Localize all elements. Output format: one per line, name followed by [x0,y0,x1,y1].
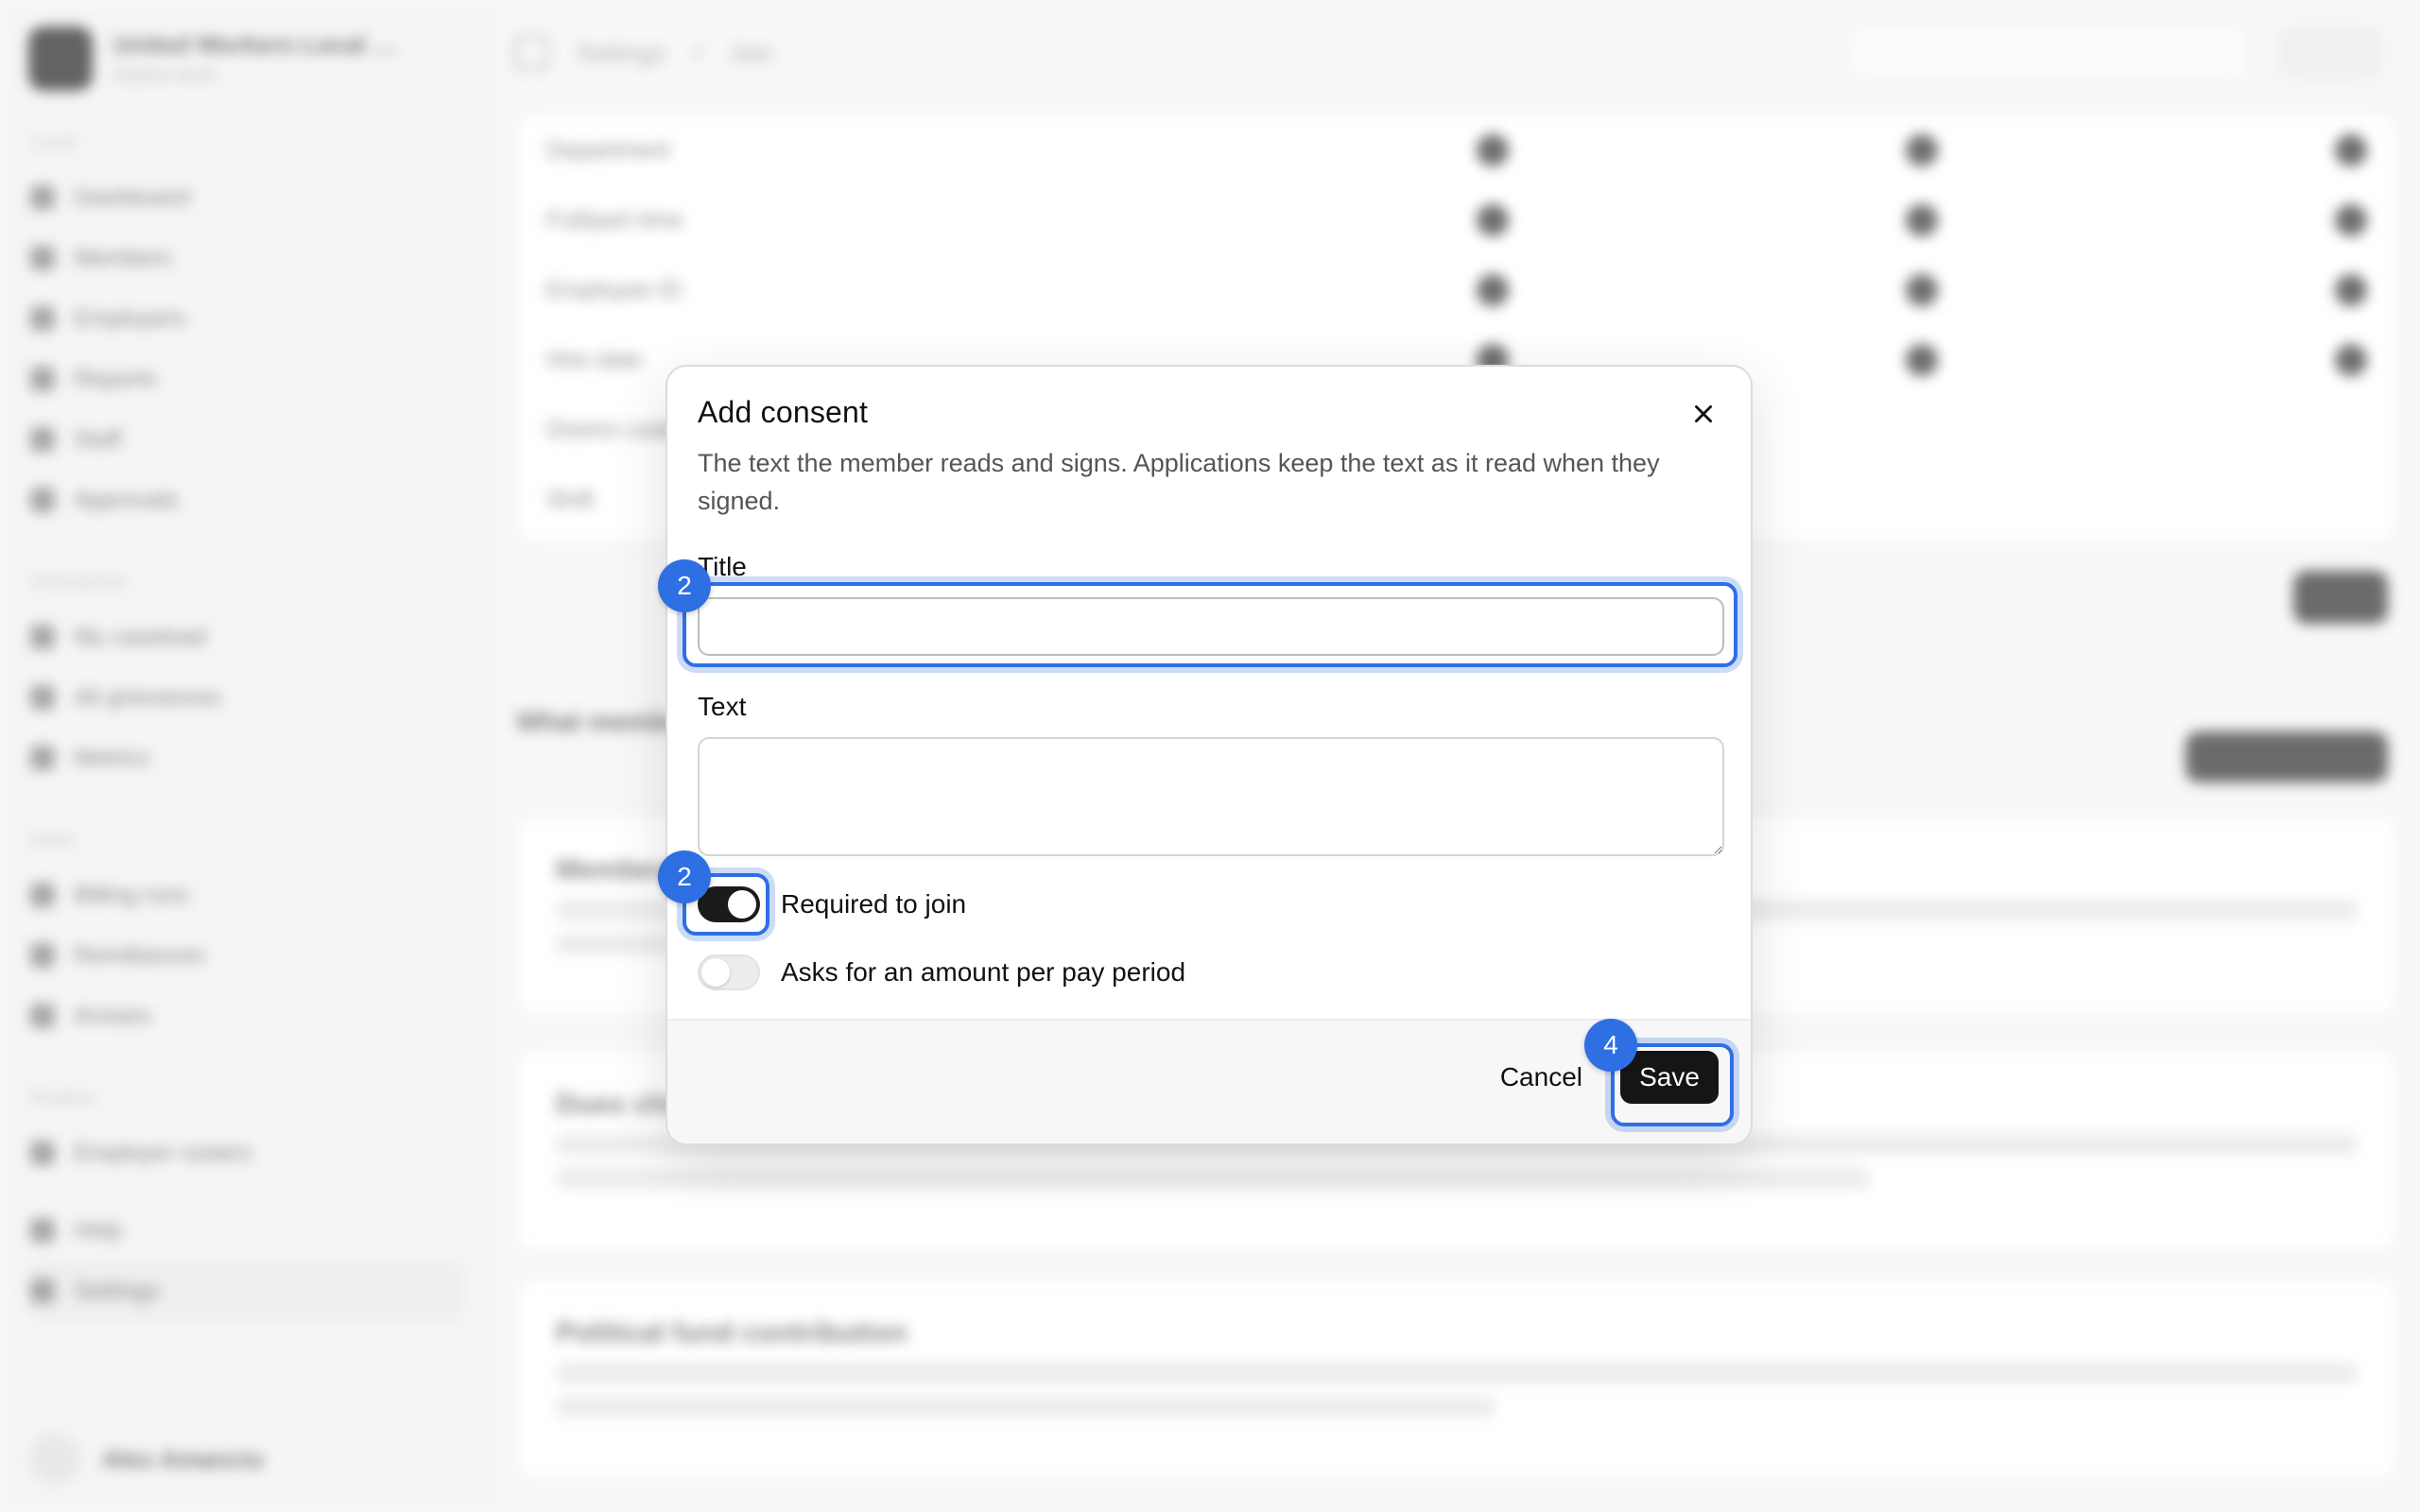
close-button[interactable] [1683,393,1724,435]
toggle-knob [728,890,756,919]
amount-per-pay-period-label: Asks for an amount per pay period [781,957,1186,987]
text-textarea[interactable] [698,737,1724,856]
required-to-join-row: Required to join [698,886,966,922]
required-to-join-label: Required to join [781,889,967,919]
title-input[interactable] [698,597,1724,656]
save-button[interactable]: Save [1620,1051,1719,1104]
cancel-button[interactable]: Cancel [1500,1062,1582,1092]
step-badge-save: 4 [1584,1019,1637,1072]
dialog-description: The text the member reads and signs. App… [698,449,1660,515]
step-badge-title: 2 [658,559,711,612]
amount-per-pay-period-row: Asks for an amount per pay period [698,954,1185,990]
toggle-knob [701,958,730,987]
step-badge-toggle: 2 [658,850,711,903]
amount-per-pay-period-toggle[interactable] [698,954,760,990]
close-icon [1695,405,1712,422]
dialog-title: Add consent [698,395,869,429]
required-to-join-toggle[interactable] [698,886,760,922]
text-label: Text [698,692,747,721]
